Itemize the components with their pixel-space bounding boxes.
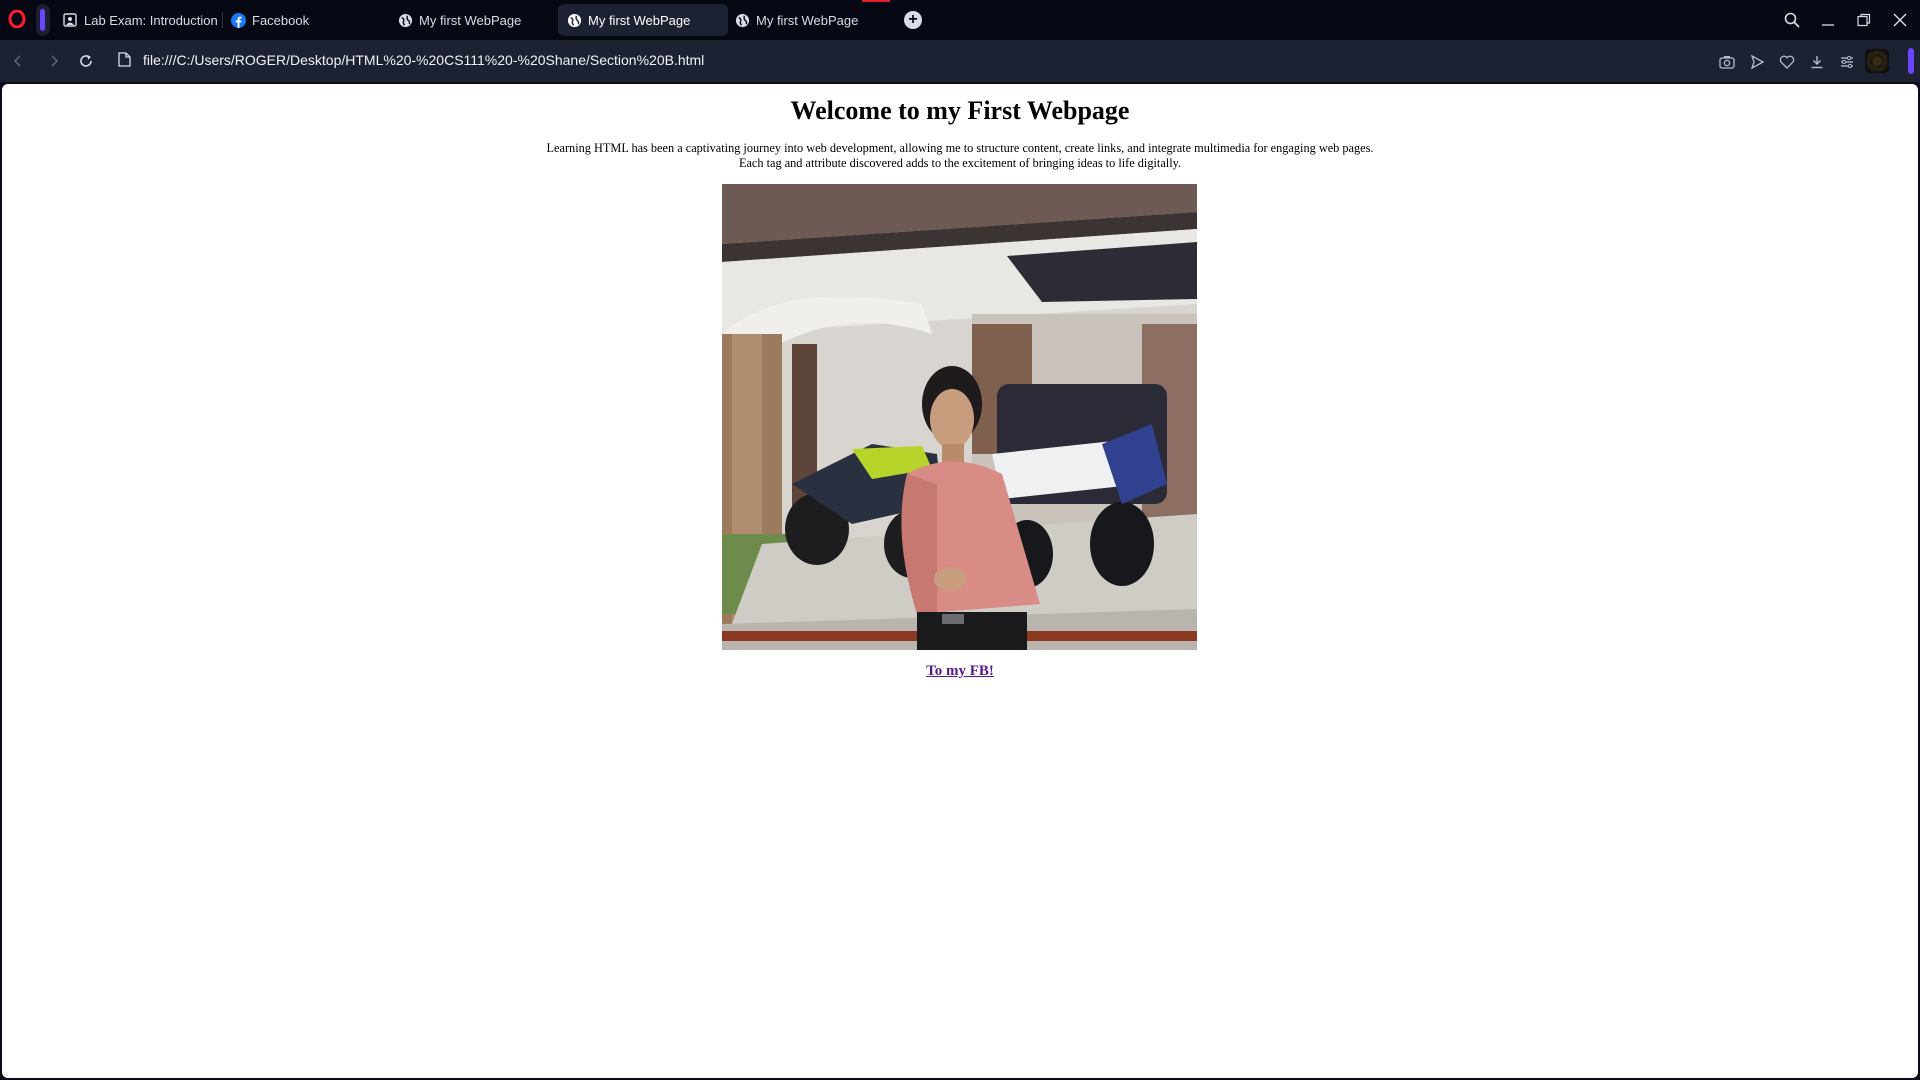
tab-label: My first WebPage <box>419 12 522 28</box>
snapshot-camera-icon[interactable] <box>1716 51 1738 73</box>
forward-arrow-icon[interactable] <box>42 49 66 73</box>
tab-label: Lab Exam: Introduction to <box>84 12 220 28</box>
profile-avatar[interactable] <box>1865 49 1889 73</box>
new-tab-plus-icon[interactable]: + <box>904 11 922 29</box>
intro-paragraph: Learning HTML has been a captivating jou… <box>2 141 1918 171</box>
tab-label: My first WebPage <box>588 12 691 28</box>
tab-my-first-webpage-1[interactable]: My first WebPage <box>389 4 549 36</box>
globe-icon <box>734 12 750 28</box>
tab-label: My first WebPage <box>756 12 859 28</box>
intro-line-2: Each tag and attribute discovered adds t… <box>738 156 1182 170</box>
intro-line-1: Learning HTML has been a captivating jou… <box>546 141 1374 155</box>
tab-label: Facebook <box>252 12 310 28</box>
tab-strip: Lab Exam: Introduction to Facebook My fi… <box>0 0 1920 40</box>
reload-icon[interactable] <box>74 49 98 73</box>
download-icon[interactable] <box>1806 51 1828 73</box>
file-page-icon[interactable] <box>118 52 131 67</box>
back-arrow-icon[interactable] <box>6 49 30 73</box>
facebook-icon <box>230 12 246 28</box>
facebook-link[interactable]: To my FB! <box>926 663 994 679</box>
sidebar-toggle-button[interactable] <box>36 4 50 36</box>
brand-accent-line <box>862 0 890 2</box>
address-toolbar: file:///C:/Users/ROGER/Desktop/HTML%20-%… <box>0 40 1920 82</box>
close-window-icon[interactable] <box>1887 8 1913 32</box>
sidebar-accent-bar <box>1908 48 1914 74</box>
address-bar-input[interactable]: file:///C:/Users/ROGER/Desktop/HTML%20-%… <box>143 52 704 68</box>
easy-setup-icon[interactable] <box>1836 51 1858 73</box>
globe-icon <box>397 12 413 28</box>
send-flow-icon[interactable] <box>1746 51 1768 73</box>
search-tabs-icon[interactable] <box>1779 8 1805 32</box>
tab-lab-exam[interactable]: Lab Exam: Introduction to <box>54 4 220 36</box>
opera-logo-icon[interactable] <box>8 10 26 28</box>
bookmark-heart-icon[interactable] <box>1776 51 1798 73</box>
restore-icon[interactable] <box>1851 8 1877 32</box>
web-page-viewport: Welcome to my First Webpage Learning HTM… <box>2 84 1918 1078</box>
fb-link-container: To my FB! <box>2 663 1918 680</box>
minimize-icon[interactable] <box>1815 8 1841 32</box>
profile-photo-image <box>722 184 1197 650</box>
globe-icon <box>566 12 582 28</box>
tab-facebook[interactable]: Facebook <box>222 4 382 36</box>
tab-my-first-webpage-3[interactable]: My first WebPage <box>726 4 886 36</box>
page-heading: Welcome to my First Webpage <box>790 96 1130 125</box>
document-image-icon <box>62 12 78 28</box>
tab-my-first-webpage-active[interactable]: My first WebPage <box>558 4 728 36</box>
